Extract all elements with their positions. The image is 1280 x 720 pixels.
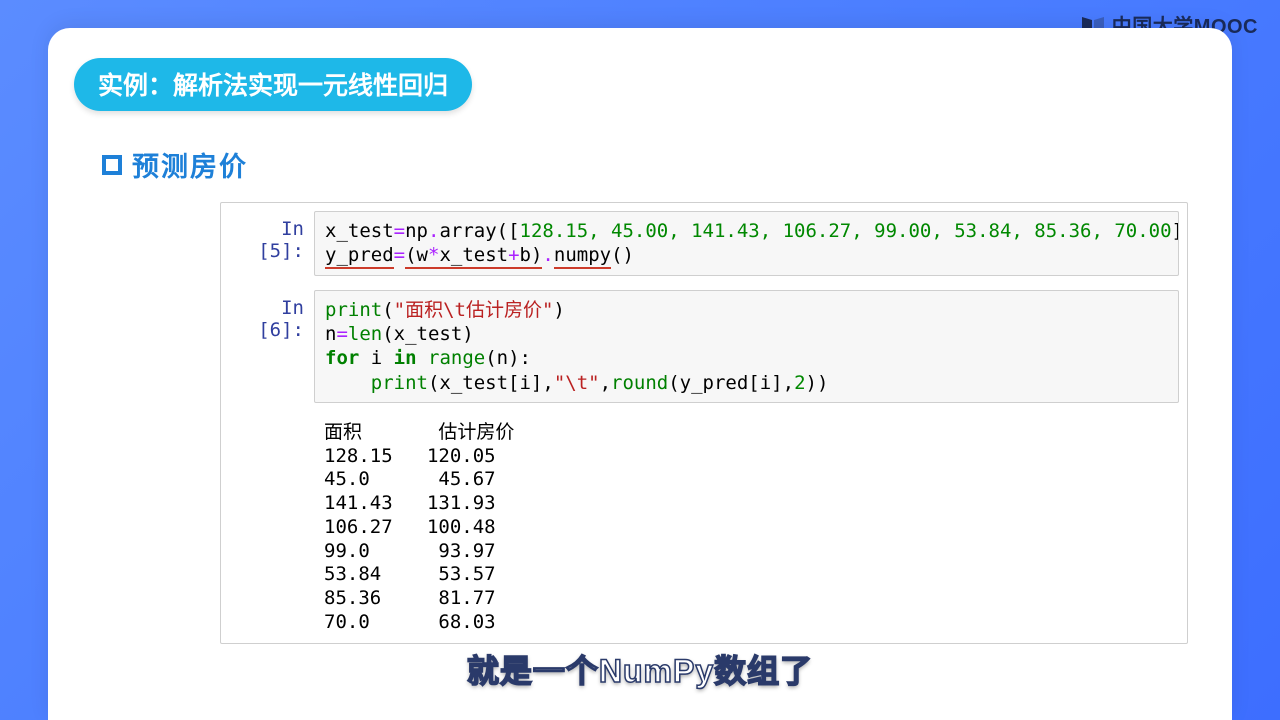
- cell-prompt: In [5]:: [229, 211, 314, 262]
- cell-output: 面积 估计房价 128.15 120.05 45.0 45.67 141.43 …: [314, 417, 1179, 635]
- section-header: 预测房价: [102, 145, 1210, 184]
- cell-prompt: In [6]:: [229, 290, 314, 341]
- section-title: 预测房价: [132, 145, 248, 184]
- code-input: print("面积\t估计房价") n=len(x_test) for i in…: [314, 290, 1179, 403]
- slide: 实例：解析法实现一元线性回归 预测房价 In [5]: x_test=np.ar…: [48, 28, 1232, 720]
- header-pill: 实例：解析法实现一元线性回归: [74, 58, 472, 111]
- jupyter-notebook: In [5]: x_test=np.array([128.15, 45.00, …: [220, 202, 1188, 644]
- square-bullet-icon: [102, 155, 122, 175]
- code-cell: In [6]: print("面积\t估计房价") n=len(x_test) …: [229, 290, 1179, 403]
- code-input: x_test=np.array([128.15, 45.00, 141.43, …: [314, 211, 1179, 276]
- code-cell: In [5]: x_test=np.array([128.15, 45.00, …: [229, 211, 1179, 276]
